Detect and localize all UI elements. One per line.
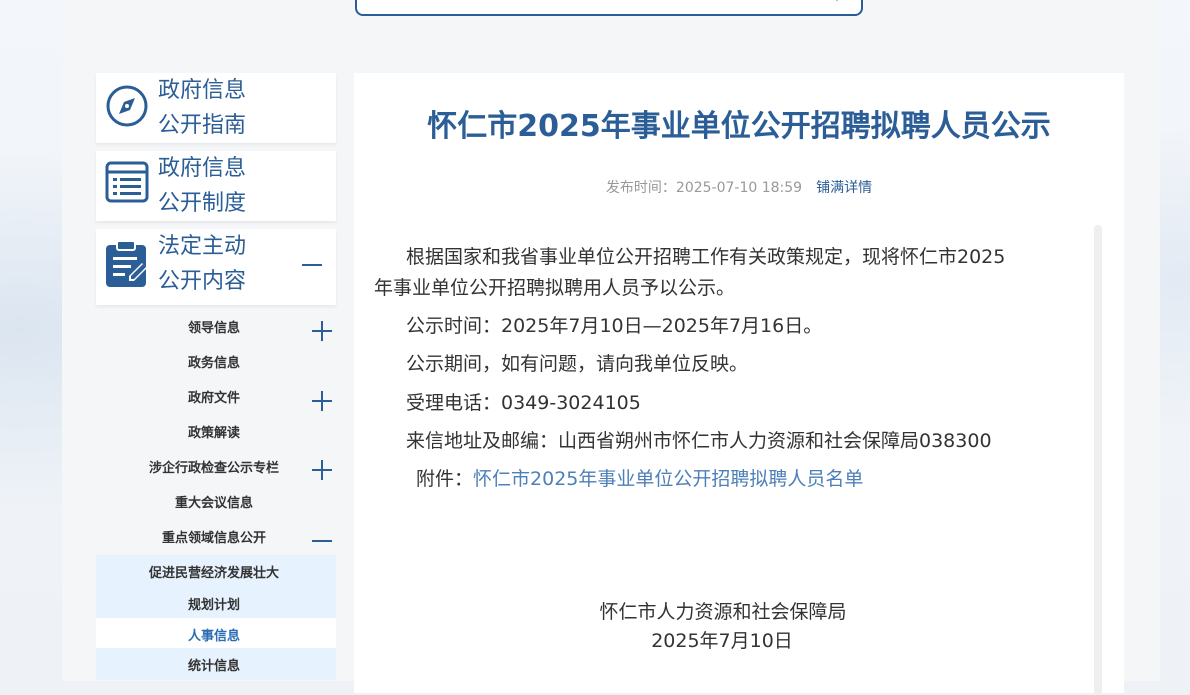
publicity-notice: 公示期间，如有问题，请向我单位反映。 (406, 353, 749, 375)
sidebar-item-leader-info[interactable]: 领导信息 (96, 310, 336, 342)
article-title: 怀仁市2025年事业单位公开招聘拟聘人员公示 (427, 109, 1051, 144)
attachment-link[interactable]: 怀仁市2025年事业单位公开招聘拟聘人员名单 (473, 468, 863, 490)
intro-line-2: 年事业单位公开招聘拟聘用人员予以公示。 (374, 277, 736, 299)
expand-icon[interactable] (312, 391, 332, 411)
attachment-row: 附件：怀仁市2025年事业单位公开招聘拟聘人员名单 (416, 463, 863, 495)
sidebar-block-guide-line1: 政府信息 (158, 78, 247, 103)
signature-date: 2025年7月10日 (651, 630, 793, 652)
sidebar-block-system[interactable]: 政府信息 公开制度 (96, 151, 336, 221)
sidebar-item-label: 统计信息 (187, 658, 240, 674)
full-detail-link[interactable]: 铺满详情 (816, 180, 872, 196)
publish-label: 发布时间： (605, 180, 676, 196)
intro-line-1: 根据国家和我省事业单位公开招聘工作有关政策规定，现将怀仁市2025 (406, 246, 1006, 268)
sidebar-item-label: 政务信息 (187, 355, 240, 371)
sidebar-item-label: 涉企行政检查公示专栏 (148, 460, 279, 476)
sidebar-item-label: 人事信息 (187, 628, 240, 644)
sidebar-item-label: 重点领域信息公开 (161, 530, 266, 546)
mailing-address: 来信地址及邮编：山西省朔州市怀仁市人力资源和社会保障局038300 (406, 430, 992, 452)
article-panel: 怀仁市2025年事业单位公开招聘拟聘人员公示 发布时间：2025-07-10 1… (354, 73, 1124, 695)
compass-icon (106, 85, 148, 127)
search-icon[interactable] (813, 0, 839, 2)
sidebar-item-key-areas[interactable]: 重点领域信息公开 (96, 520, 336, 552)
sidebar-block-statutory-line1: 法定主动 (158, 234, 247, 259)
expand-icon[interactable] (312, 460, 332, 480)
sidebar-item-major-meetings[interactable]: 重大会议信息 (96, 485, 336, 517)
sidebar-item-private-economy[interactable]: 促进民营经济发展壮大 (96, 555, 336, 587)
sidebar-item-gov-documents[interactable]: 政府文件 (96, 380, 336, 412)
publish-time: 2025-07-10 18:59 (675, 180, 803, 196)
collapse-icon[interactable] (312, 540, 332, 542)
sidebar-block-system-line1: 政府信息 (158, 156, 247, 181)
signature-org: 怀仁市人力资源和社会保障局 (599, 601, 847, 623)
clipboard-icon (106, 240, 147, 287)
sidebar-block-guide[interactable]: 政府信息 公开指南 (96, 73, 336, 143)
sidebar-block-statutory[interactable]: 法定主动 公开内容 (96, 229, 336, 305)
sidebar-block-system-line2: 公开制度 (158, 191, 247, 216)
sidebar-item-label: 领导信息 (187, 320, 240, 336)
contact-phone: 受理电话：0349-3024105 (406, 392, 641, 414)
article-meta: 发布时间：2025-07-10 18:59 铺满详情 (354, 177, 1124, 197)
attachment-label: 附件： (416, 468, 474, 490)
expand-icon[interactable] (312, 321, 332, 341)
list-icon (105, 161, 149, 203)
sidebar-item-inspection-column[interactable]: 涉企行政检查公示专栏 (96, 450, 336, 482)
search-box[interactable] (355, 0, 863, 16)
sidebar-item-label: 政府文件 (187, 390, 240, 406)
sidebar-item-planning[interactable]: 规划计划 (96, 587, 336, 619)
sidebar-item-personnel-info[interactable]: 人事信息 (96, 618, 336, 650)
sidebar-item-policy-interpretation[interactable]: 政策解读 (96, 415, 336, 447)
sidebar-item-label: 重大会议信息 (174, 495, 253, 511)
sidebar-item-statistics[interactable]: 统计信息 (96, 648, 336, 680)
scrollbar[interactable] (1094, 225, 1102, 695)
publicity-period: 公示时间：2025年7月10日—2025年7月16日。 (406, 315, 823, 337)
sidebar-block-statutory-line2: 公开内容 (158, 269, 247, 294)
sidebar-item-label: 促进民营经济发展壮大 (148, 565, 279, 581)
sidebar-item-label: 政策解读 (187, 425, 240, 441)
sidebar-item-gov-affairs[interactable]: 政务信息 (96, 345, 336, 377)
sidebar-item-label: 规划计划 (187, 597, 240, 613)
collapse-icon[interactable] (302, 264, 322, 266)
sidebar-block-guide-line2: 公开指南 (158, 113, 247, 138)
